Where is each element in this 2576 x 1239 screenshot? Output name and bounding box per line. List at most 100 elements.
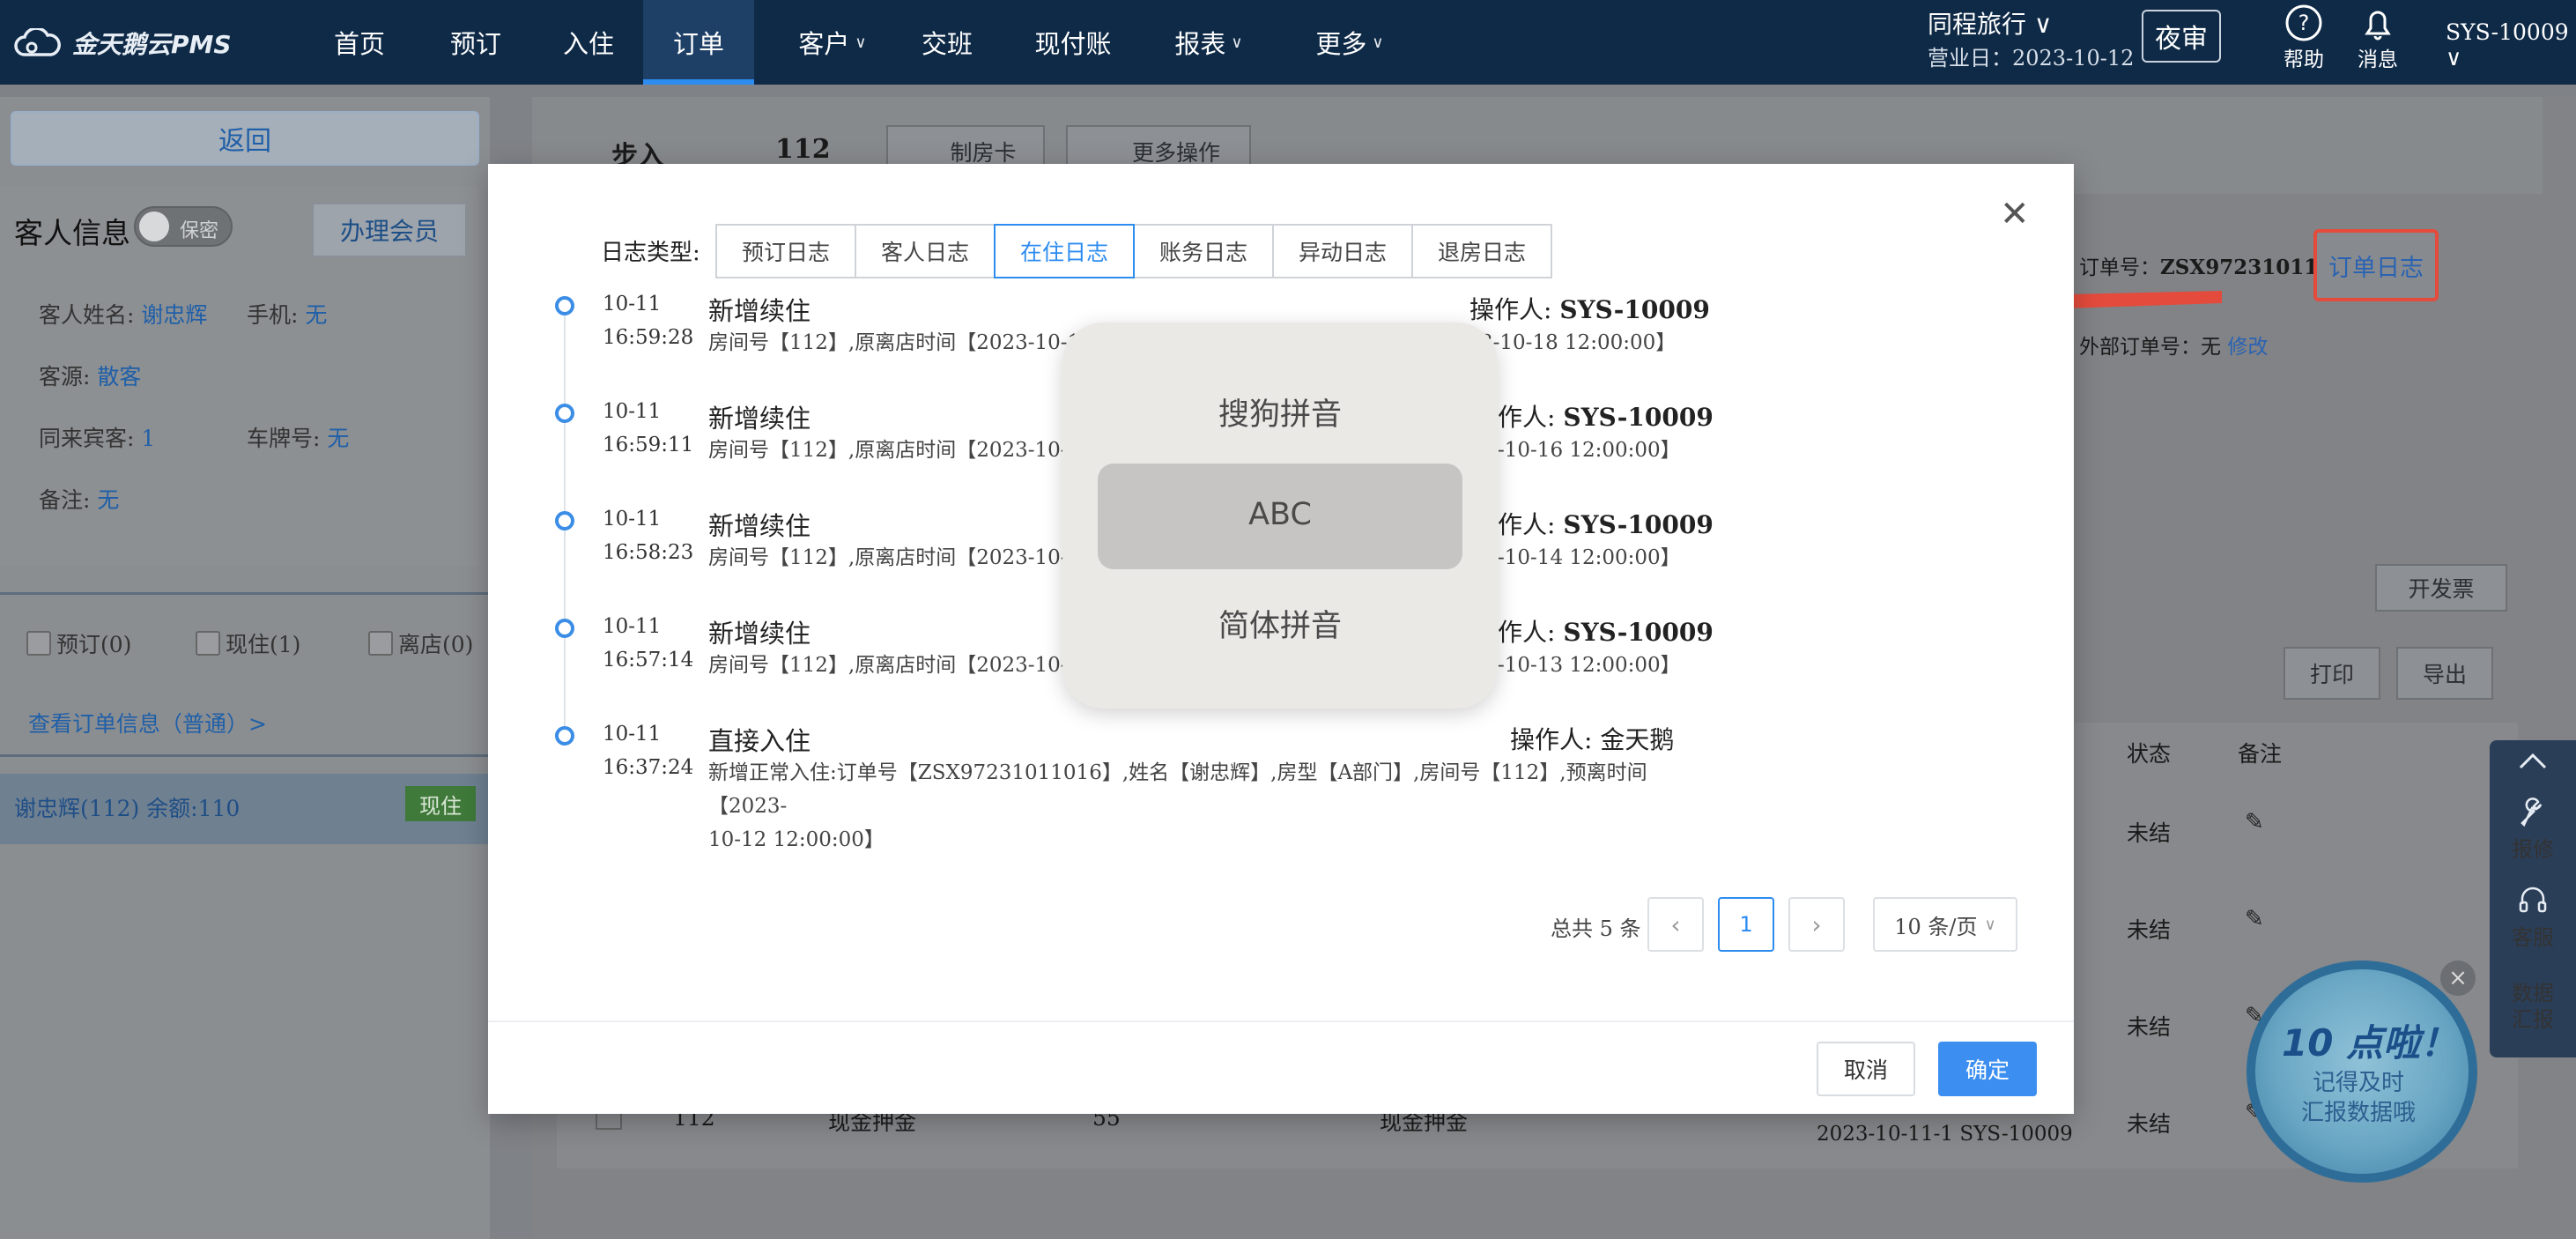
tab-change-log[interactable]: 异动日志 (1272, 224, 1413, 278)
night-audit-button[interactable]: 夜审 (2142, 10, 2221, 63)
tab-accounting-log[interactable]: 账务日志 (1133, 224, 1274, 278)
back-button[interactable]: 返回 (11, 111, 479, 166)
filter-reserved-label: 预订(0) (56, 632, 132, 657)
edit-icon[interactable]: ✎ (2245, 906, 2264, 932)
page-number-button[interactable]: 1 (1718, 897, 1774, 952)
log-title: 直接入住 (708, 726, 811, 756)
help-button[interactable]: ? 帮助 (2273, 4, 2335, 72)
nav-home-label: 首页 (333, 29, 385, 59)
log-date: 10-11 (603, 723, 662, 746)
export-button[interactable]: 导出 (2396, 647, 2493, 700)
source-value: 散客 (97, 364, 142, 390)
divider (0, 754, 490, 757)
status-badge: 现住 (405, 786, 476, 821)
checkbox[interactable] (196, 631, 220, 656)
guest-name-label: 客人姓名: (39, 302, 135, 328)
operator-label: 作人: (1498, 618, 1556, 647)
row-status: 未结 (2127, 1111, 2172, 1137)
operator-label: 操作人: (1469, 295, 1552, 324)
prev-page-button[interactable]: ‹ (1647, 897, 1704, 952)
tab-in-house-log[interactable]: 在住日志 (994, 224, 1135, 278)
filter-in-house[interactable]: 现住(1) (196, 627, 300, 659)
svg-text:?: ? (2298, 11, 2310, 35)
log-operator: 作人: SYS-10009 (1498, 613, 1714, 649)
close-promo-icon[interactable]: × (2440, 961, 2476, 996)
row-operator: 2023-10-11-1 SYS-10009 (1817, 1123, 2073, 1146)
cancel-button[interactable]: 取消 (1817, 1042, 1915, 1096)
tab-guest-log[interactable]: 客人日志 (855, 224, 996, 278)
ime-option-abc[interactable]: ABC (1062, 497, 1498, 532)
nav-customers-label: 客户 (798, 29, 850, 59)
app-logo[interactable]: 金天鹅云PMS (12, 21, 232, 65)
filter-checked-out[interactable]: 离店(0) (368, 627, 473, 659)
edit-icon[interactable]: ✎ (2245, 809, 2264, 835)
page-size-select[interactable]: 10 条/页 ∨ (1873, 897, 2017, 952)
log-operator: 作人: SYS-10009 (1498, 398, 1714, 434)
guest-room-label[interactable]: 谢忠辉(112) 余额:110 (14, 791, 240, 823)
nav-home[interactable]: 首页 (317, 0, 402, 85)
log-time: 16:37:24 (603, 756, 694, 779)
app-logo-text: 金天鹅云PMS (72, 30, 232, 59)
make-room-card-label: 制房卡 (950, 140, 1017, 166)
row-status: 未结 (2127, 917, 2172, 943)
view-order-info-link[interactable]: 查看订单信息（普通）> (28, 707, 267, 738)
data-report-button[interactable]: 数据 汇报 (2490, 980, 2576, 1033)
guest-name-field: 客人姓名: 谢忠辉 (39, 298, 207, 330)
nav-cash-account[interactable]: 现付账 (1022, 0, 1124, 85)
invoice-button[interactable]: 开发票 (2375, 564, 2507, 612)
next-page-button[interactable]: › (1788, 897, 1845, 952)
modify-link[interactable]: 修改 (2227, 336, 2268, 359)
user-menu[interactable]: SYS-10009 ∨ (2446, 19, 2576, 70)
close-icon[interactable]: ✕ (2000, 194, 2030, 234)
register-member-button[interactable]: 办理会员 (312, 203, 467, 257)
log-time: 16:58:23 (603, 541, 694, 564)
business-date: 营业日：2023-10-12 (1928, 46, 2135, 70)
log-description: 新增正常入住:订单号【ZSX97231011016】,姓名【谢忠辉】,房型【A部… (708, 756, 1721, 857)
companions-value[interactable]: 1 (141, 426, 155, 451)
hotel-selector[interactable]: 同程旅行 ∨ (1928, 5, 2052, 41)
plate-label: 车牌号: (247, 426, 321, 451)
tab-reservation-log[interactable]: 预订日志 (715, 224, 856, 278)
column-remark: 备注 (2238, 741, 2283, 767)
collapse-toolbar-button[interactable] (2490, 751, 2576, 770)
nav-customers[interactable]: 客户 ∨ (775, 0, 890, 85)
pagination-total: 总共 5 条 (1551, 916, 1641, 941)
checkbox[interactable] (26, 631, 51, 656)
tab-room[interactable]: 112 (775, 134, 831, 165)
ime-option-sogou[interactable]: 搜狗拼音 (1062, 390, 1498, 434)
customer-service-button[interactable]: 客服 (2490, 885, 2576, 951)
remark-value: 无 (97, 487, 120, 513)
messages-button[interactable]: 消息 (2347, 4, 2409, 72)
operator-value: SYS-10009 (1563, 403, 1714, 432)
log-description-line-2: 10-12 12:00:00】 (708, 828, 885, 851)
nav-shift[interactable]: 交班 (907, 0, 987, 85)
tab-checkout-log[interactable]: 退房日志 (1411, 224, 1552, 278)
nav-checkin[interactable]: 入住 (546, 0, 631, 85)
repair-button[interactable]: 报修 (2490, 797, 2576, 863)
confirm-button[interactable]: 确定 (1938, 1042, 2037, 1096)
chevron-down-icon: ∨ (1231, 33, 1243, 52)
modal-footer-divider (488, 1020, 2074, 1022)
print-button[interactable]: 打印 (2284, 647, 2380, 700)
checkbox[interactable] (368, 631, 393, 656)
log-operator: 作人: SYS-10009 (1498, 506, 1714, 541)
privacy-toggle[interactable]: 保密 (134, 206, 233, 247)
nav-more-label: 更多 (1315, 29, 1367, 59)
guest-name-value[interactable]: 谢忠辉 (141, 302, 207, 328)
timeline-dot (555, 404, 574, 423)
nav-reports[interactable]: 报表 ∨ (1163, 0, 1255, 85)
filter-reserved[interactable]: 预订(0) (26, 627, 131, 659)
timeline-dot (555, 511, 574, 530)
companions-label: 同来宾客: (39, 426, 135, 451)
nav-more[interactable]: 更多 ∨ (1304, 0, 1395, 85)
operator-value: SYS-10009 (1559, 295, 1710, 324)
timeline-dot (555, 296, 574, 315)
ime-option-simplified-pinyin[interactable]: 简体拼音 (1062, 601, 1498, 646)
order-log-link[interactable]: 订单日志 (2313, 229, 2439, 301)
nav-orders[interactable]: 订单 (643, 0, 754, 85)
log-timestamp: 10-11 16:58:23 (603, 502, 693, 569)
chevron-down-icon: ∨ (1984, 915, 1996, 934)
nav-reservation[interactable]: 预订 (433, 0, 518, 85)
operator-label: 作人: (1498, 510, 1556, 539)
log-timestamp: 10-11 16:57:14 (603, 610, 693, 677)
